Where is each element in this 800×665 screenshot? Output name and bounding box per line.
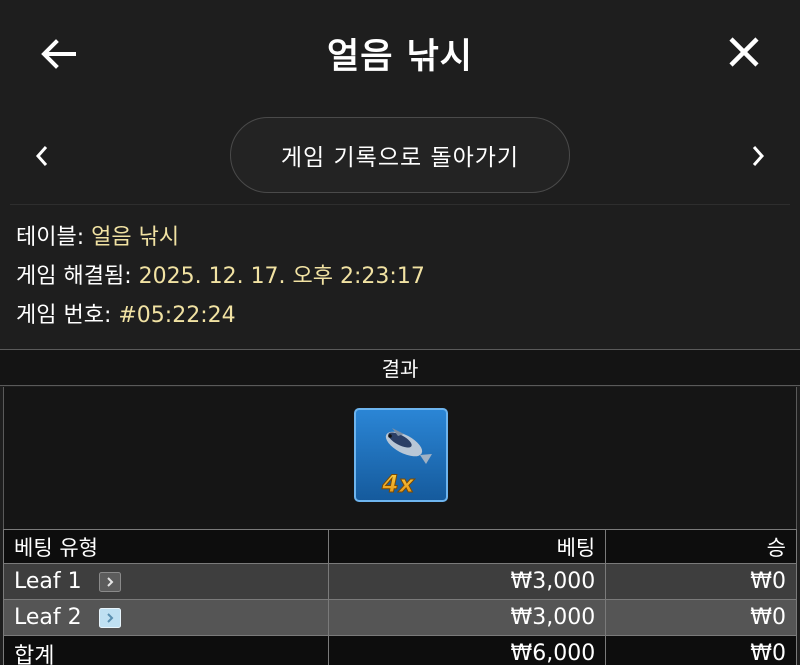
bet-type-label: Leaf 1	[14, 569, 82, 594]
close-icon	[729, 37, 759, 67]
resolved-info: 게임 해결됨: 2025. 12. 17. 오후 2:23:17	[16, 262, 425, 292]
multiplier-badge: 4x	[381, 470, 417, 499]
table-total-row: 합계 ₩6,000 ₩0	[3, 635, 797, 665]
table-row: Leaf 2 ₩3,000 ₩0	[3, 599, 797, 636]
resolved-label: 게임 해결됨:	[16, 264, 132, 289]
bet-type-label: Leaf 2	[14, 605, 82, 630]
game-number-value: #05:22:24	[118, 303, 236, 328]
table-info: 테이블: 얼음 낚시	[16, 223, 179, 253]
chevron-right-icon	[752, 146, 765, 166]
win-amount-cell: ₩0	[605, 599, 797, 636]
result-box: 4x	[3, 387, 797, 529]
game-detail-screen: 얼음 낚시 게임 기록으로 돌아가기 테이블: 얼음 낚시 게임 해결됨: 20…	[0, 0, 800, 665]
game-number-info: 게임 번호: #05:22:24	[16, 301, 236, 331]
header-win: 승	[605, 529, 797, 564]
result-tile: 4x	[354, 408, 448, 502]
bet-amount-cell: ₩3,000	[327, 563, 607, 600]
header-bet: 베팅	[327, 529, 607, 564]
bet-amount-cell: ₩3,000	[327, 599, 607, 636]
bet-type-cell: Leaf 1	[3, 563, 329, 600]
result-header: 결과	[0, 350, 800, 386]
leaf-marker-light-icon	[98, 608, 121, 628]
total-win: ₩0	[605, 635, 797, 665]
total-label: 합계	[3, 635, 329, 665]
table-row: Leaf 1 ₩3,000 ₩0	[3, 563, 797, 600]
leaf-marker-dark-icon	[98, 572, 121, 592]
page-title: 얼음 낚시	[327, 37, 473, 77]
table-header-row: 베팅 유형 베팅 승	[3, 529, 797, 564]
next-game-button[interactable]	[742, 138, 774, 174]
total-bet: ₩6,000	[327, 635, 607, 665]
result-section: 결과 4x 베팅 유형 베팅 승 Leaf 1 ₩3,000 ₩0 Leaf 2…	[0, 349, 800, 665]
bet-table: 베팅 유형 베팅 승 Leaf 1 ₩3,000 ₩0 Leaf 2 ₩3,00…	[3, 529, 797, 665]
table-value: 얼음 낚시	[91, 225, 180, 250]
resolved-value: 2025. 12. 17. 오후 2:23:17	[138, 264, 425, 289]
previous-game-button[interactable]	[26, 138, 58, 174]
chevron-left-icon	[35, 146, 48, 166]
bet-type-cell: Leaf 2	[3, 599, 329, 636]
table-label: 테이블:	[16, 225, 85, 250]
header: 얼음 낚시	[0, 0, 800, 105]
win-amount-cell: ₩0	[605, 563, 797, 600]
header-bet-type: 베팅 유형	[3, 529, 329, 564]
return-to-history-label: 게임 기록으로 돌아가기	[280, 145, 520, 171]
return-to-history-button[interactable]: 게임 기록으로 돌아가기	[230, 117, 570, 193]
svg-text:4x: 4x	[381, 470, 416, 498]
game-number-label: 게임 번호:	[16, 303, 112, 328]
close-button[interactable]	[722, 30, 766, 74]
divider	[10, 204, 790, 205]
